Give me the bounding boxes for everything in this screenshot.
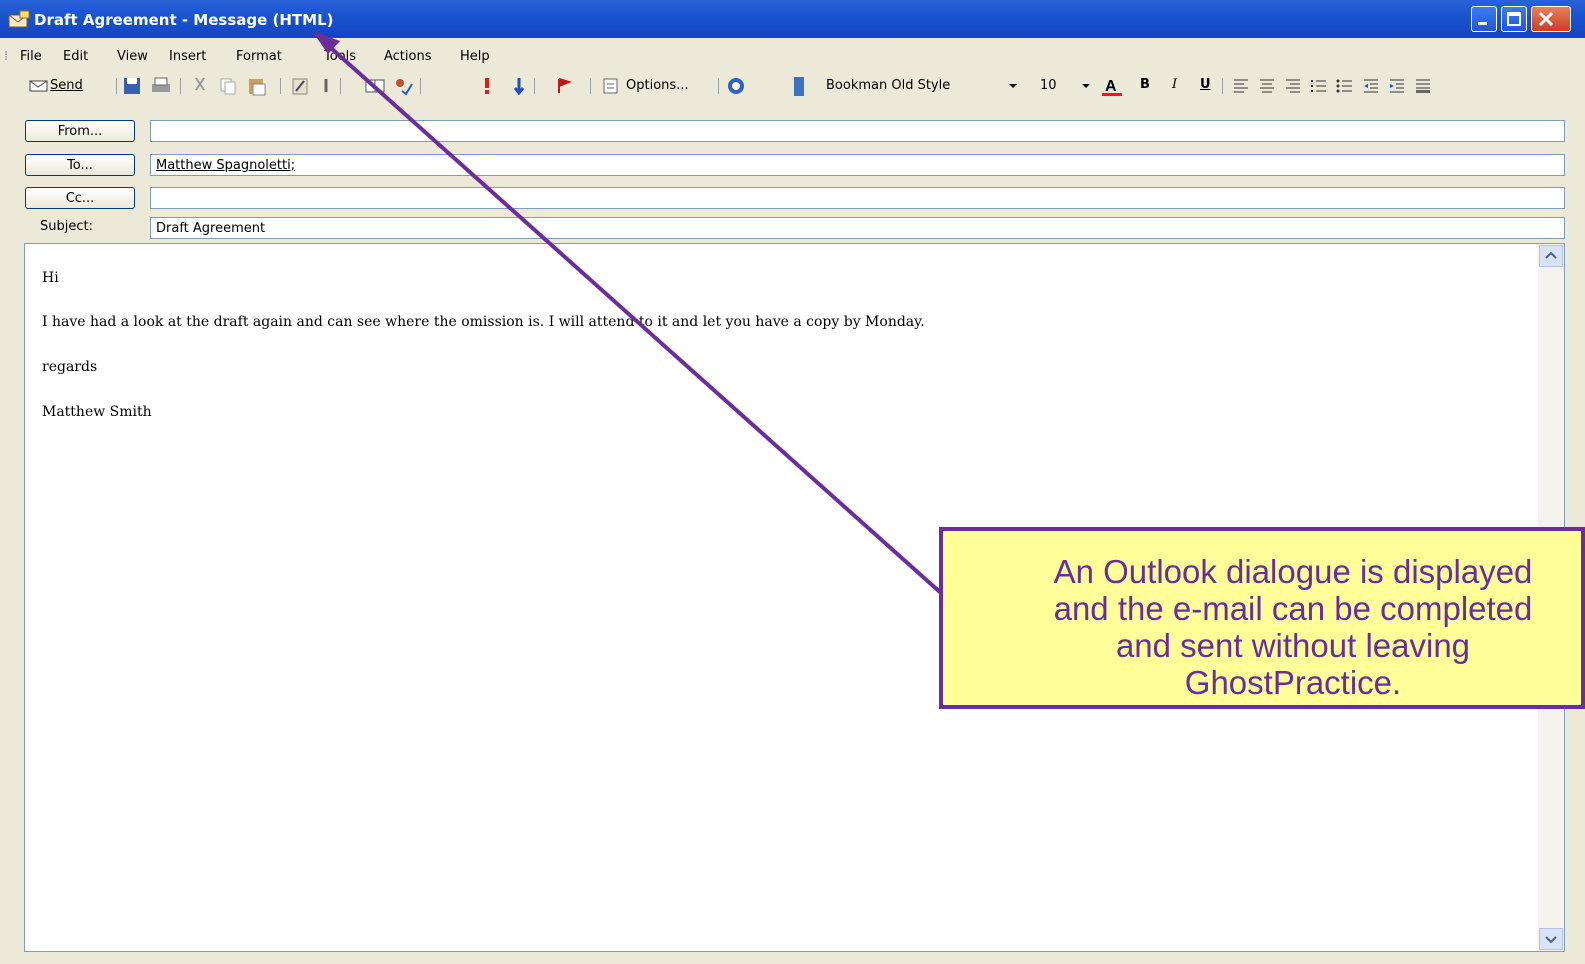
callout-line-2: and the e-mail can be completed [1053,590,1533,627]
font-name-value: Bookman Old Style [826,78,951,93]
send-button[interactable]: Send [28,76,108,96]
to-button[interactable]: To... [25,154,135,176]
menu-help[interactable]: Help [460,49,490,64]
toolbar-separator [420,78,421,94]
cc-field[interactable] [150,187,1565,209]
dropdown-arrow-icon[interactable] [1079,76,1093,96]
font-color-icon[interactable]: A [1100,76,1124,96]
horizontal-line-icon[interactable] [1414,76,1432,96]
maximize-icon [1507,12,1521,26]
callout-line-4: GhostPractice. [1184,664,1402,701]
save-icon[interactable] [122,76,142,96]
copy-icon[interactable] [218,76,238,96]
subject-field[interactable]: Draft Agreement [150,217,1565,239]
low-importance-icon[interactable] [512,76,526,96]
check-names-icon[interactable] [392,76,414,96]
cc-label: Cc... [65,191,95,206]
toolbar-separator [180,78,181,94]
menu-grip: ⁞ [4,49,9,64]
envelope-icon [8,10,30,28]
bold-button[interactable]: B [1140,77,1150,97]
send-label: Send [50,78,83,93]
dropdown-arrow-icon[interactable] [1006,76,1020,96]
menu-view[interactable]: View [117,49,148,64]
scroll-up-button[interactable] [1539,245,1563,267]
toolbar-separator [116,78,117,94]
address-book-open-icon[interactable] [364,76,386,96]
options-label: Options... [626,78,689,93]
body-line-signature: Matthew Smith [42,404,152,420]
toolbar-separator [340,78,341,94]
address-book-icon[interactable] [290,76,310,96]
options-icon [603,78,618,94]
from-button[interactable]: From... [25,120,135,142]
help-icon[interactable] [726,76,746,96]
from-field[interactable] [150,120,1565,142]
align-right-icon[interactable] [1284,76,1302,96]
send-icon [29,80,48,92]
underline-button[interactable]: U [1200,77,1211,97]
toolbar-options-icon[interactable] [793,76,805,96]
decrease-indent-icon[interactable] [1362,76,1380,96]
numbered-list-icon[interactable] [1310,76,1328,96]
callout-line-1: An Outlook dialogue is displayed [1053,553,1533,590]
paste-icon[interactable] [246,76,268,96]
title-bar[interactable]: Draft Agreement - Message (HTML) [0,0,1585,38]
body-line-main: I have had a look at the draft again and… [42,314,925,330]
print-icon[interactable] [150,76,172,96]
menu-tools[interactable]: Tools [324,49,356,64]
menu-insert[interactable]: Insert [169,49,206,64]
font-size-value: 10 [1040,78,1057,93]
toolbar-separator [280,78,281,94]
close-button[interactable] [1531,6,1571,32]
svg-text:A: A [1105,78,1117,95]
minimize-icon [1478,22,1487,25]
from-label: From... [57,124,103,139]
callout-line-3: and sent without leaving [1115,627,1471,664]
toolbar-separator [1222,78,1223,94]
body-line-regards: regards [42,359,98,375]
options-button[interactable]: Options... [602,76,712,96]
subject-label: Subject: [40,219,93,234]
menu-format[interactable]: Format [236,49,282,64]
toolbar-separator [718,78,719,94]
to-label: To... [67,158,93,173]
italic-button[interactable]: I [1172,77,1177,97]
menu-bar: ⁞ File Edit View Insert Format Tools Act… [0,44,1585,70]
bullet-list-icon[interactable] [1336,76,1354,96]
attach-icon[interactable] [318,76,334,96]
toolbar: Send Options... Bookman Old Style 10 A B… [0,72,1585,100]
chevron-up-icon [1545,251,1557,259]
to-field[interactable]: Matthew Spagnoletti; [150,154,1565,176]
align-center-icon[interactable] [1258,76,1276,96]
close-icon [1538,11,1554,27]
menu-file[interactable]: File [20,49,42,64]
cut-icon[interactable] [190,76,210,96]
window-title: Draft Agreement - Message (HTML) [34,11,334,29]
toolbar-separator [590,78,591,94]
annotation-callout: An Outlook dialogue is displayed and the… [939,527,1585,709]
menu-actions[interactable]: Actions [384,49,432,64]
minimize-button[interactable] [1471,6,1497,32]
high-importance-icon[interactable] [480,76,494,96]
maximize-button[interactable] [1501,6,1527,32]
cc-button[interactable]: Cc... [25,187,135,209]
flag-icon[interactable] [556,76,572,96]
font-name-select[interactable]: Bookman Old Style [822,76,994,96]
increase-indent-icon[interactable] [1388,76,1406,96]
scroll-down-button[interactable] [1539,928,1563,950]
chevron-down-icon [1545,936,1557,944]
align-left-icon[interactable] [1232,76,1250,96]
menu-edit[interactable]: Edit [63,49,88,64]
font-size-select[interactable]: 10 [1036,76,1076,96]
toolbar-separator [534,78,535,94]
body-line-greeting: Hi [42,270,59,286]
